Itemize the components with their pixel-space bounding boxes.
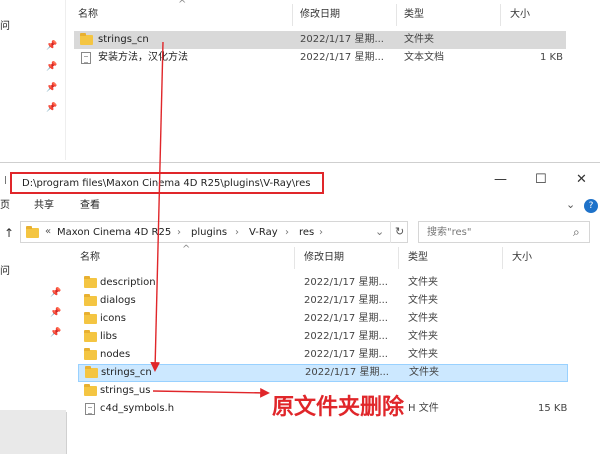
arrow-down <box>150 41 164 372</box>
arrow-right <box>152 387 270 398</box>
annotation-arrows <box>150 41 270 398</box>
